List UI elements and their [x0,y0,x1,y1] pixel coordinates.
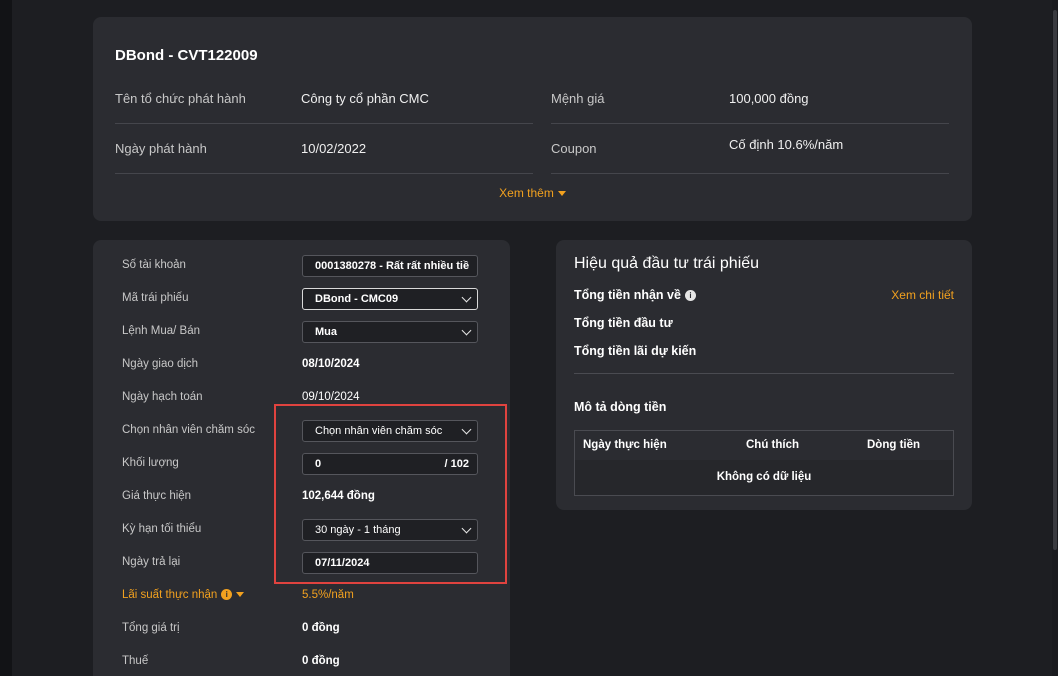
chevron-down-icon [461,292,472,303]
settle-date-row: Ngày hạch toán 09/10/2024 [93,381,510,414]
return-date-input[interactable]: 07/11/2024 [302,552,478,574]
caret-down-icon [557,191,566,197]
chevron-down-icon [461,424,472,435]
bond-code-select[interactable]: DBond - CMC09 [302,288,478,310]
bond-code-row: Mã trái phiếu DBond - CMC09 [93,282,510,315]
staff-select-value: Chọn nhân viên chăm sóc [315,425,443,437]
coupon-row: Coupon Cố định 10.6%/năm [551,124,949,174]
investment-performance-card: Hiệu quả đầu tư trái phiếu Tổng tiền nhậ… [556,240,972,510]
table-header: Ngày thực hiện Chú thích Dòng tiền [575,431,953,460]
account-select-value: 0001380278 - Rất rất nhiều tiề [315,260,470,272]
tax-row: Thuế 0 đồng [93,645,510,676]
issuer-value: Công ty cổ phần CMC [301,91,429,106]
account-row: Số tài khoản 0001380278 - Rất rất nhiều … [93,249,510,282]
face-value-label: Mệnh giá [551,91,605,106]
column-header-date: Ngày thực hiện [583,439,667,451]
staff-row: Chọn nhân viên chăm sóc Chọn nhân viên c… [93,414,510,447]
account-select[interactable]: 0001380278 - Rất rất nhiều tiề [302,255,478,277]
return-date-row: Ngày trả lại 07/11/2024 [93,546,510,579]
rate-value: 5.5%/năm [302,589,354,601]
quantity-row: Khối lượng 0 / 102 [93,447,510,480]
total-received-row: Tổng tiền nhận về i [574,288,696,302]
face-value: 100,000 đồng [729,91,809,106]
bond-title: DBond - CVT122009 [115,47,258,64]
side-select[interactable]: Mua [302,321,478,343]
issuer-row: Tên tổ chức phát hành Công ty cổ phần CM… [115,74,533,124]
column-header-note: Chú thích [746,439,800,451]
price-row: Giá thực hiện 102,644 đồng [93,480,510,513]
chevron-down-icon [461,325,472,336]
rate-label: Lãi suất thực nhận [122,589,218,601]
scrollbar-thumb[interactable] [1053,10,1057,550]
see-detail-link[interactable]: Xem chi tiết [891,288,954,302]
tax-value: 0 đồng [302,655,340,667]
trade-date-value: 08/10/2024 [302,358,360,370]
quantity-input-value: 0 [315,458,322,470]
price-value: 102,644 đồng [302,490,375,502]
trade-date-row: Ngày giao dịch 08/10/2024 [93,348,510,381]
info-icon[interactable]: i [684,290,696,302]
term-row: Kỳ hạn tối thiểu 30 ngày - 1 tháng [93,513,510,546]
issue-date-label: Ngày phát hành [115,141,207,156]
side-label: Lệnh Mua/ Bán [122,325,201,337]
account-label: Số tài khoản [122,259,186,271]
issue-date: 10/02/2022 [301,141,367,156]
side-row: Lệnh Mua/ Bán Mua [93,315,510,348]
coupon-value: Cố định 10.6%/năm [729,137,844,152]
rate-label-toggle[interactable]: Lãi suất thực nhận i [122,579,245,612]
tax-label: Thuế [122,655,149,667]
settle-date-label: Ngày hạch toán [122,391,203,403]
term-label: Kỳ hạn tối thiểu [122,523,202,535]
bond-info-card: DBond - CVT122009 Tên tổ chức phát hành … [93,17,972,221]
table-empty-state: Không có dữ liệu [575,460,953,495]
vertical-scrollbar[interactable] [1052,0,1058,676]
quantity-label: Khối lượng [122,457,179,469]
order-form-card: Số tài khoản 0001380278 - Rất rất nhiều … [93,240,510,676]
performance-title: Hiệu quả đầu tư trái phiếu [574,255,760,272]
issuer-label: Tên tổ chức phát hành [115,91,246,106]
info-icon[interactable]: i [221,589,233,601]
term-select-value: 30 ngày - 1 tháng [315,524,401,536]
quantity-max: / 102 [444,458,469,470]
divider [574,373,954,374]
staff-label: Chọn nhân viên chăm sóc [122,424,255,436]
bond-code-select-value: DBond - CMC09 [315,293,399,305]
see-more-link[interactable]: Xem thêm [93,186,972,200]
settle-date-value: 09/10/2024 [302,391,360,403]
left-edge [0,0,12,676]
return-date-value: 07/11/2024 [315,557,370,569]
total-value: 0 đồng [302,622,340,634]
issue-date-row: Ngày phát hành 10/02/2022 [115,124,533,174]
see-more-label: Xem thêm [499,186,554,200]
chevron-down-icon [461,523,472,534]
return-date-label: Ngày trả lại [122,556,181,568]
total-row: Tổng giá trị 0 đồng [93,612,510,645]
expected-interest-label: Tổng tiền lãi dự kiến [574,344,697,358]
column-header-cashflow: Dòng tiền [867,439,921,451]
trade-date-label: Ngày giao dịch [122,358,199,370]
term-select[interactable]: 30 ngày - 1 tháng [302,519,478,541]
total-received-label: Tổng tiền nhận về [574,288,681,302]
coupon-label: Coupon [551,141,597,156]
caret-down-icon [236,592,245,598]
side-select-value: Mua [315,326,337,338]
rate-row: Lãi suất thực nhận i 5.5%/năm [93,579,510,612]
total-label: Tổng giá trị [122,622,180,634]
cashflow-table: Ngày thực hiện Chú thích Dòng tiền Không… [574,430,954,496]
staff-select[interactable]: Chọn nhân viên chăm sóc [302,420,478,442]
face-value-row: Mệnh giá 100,000 đồng [551,74,949,124]
bond-code-label: Mã trái phiếu [122,292,189,304]
price-label: Giá thực hiện [122,490,192,502]
total-invested-label: Tổng tiền đầu tư [574,316,673,330]
quantity-input[interactable]: 0 / 102 [302,453,478,475]
cashflow-title: Mô tả dòng tiền [574,400,667,414]
